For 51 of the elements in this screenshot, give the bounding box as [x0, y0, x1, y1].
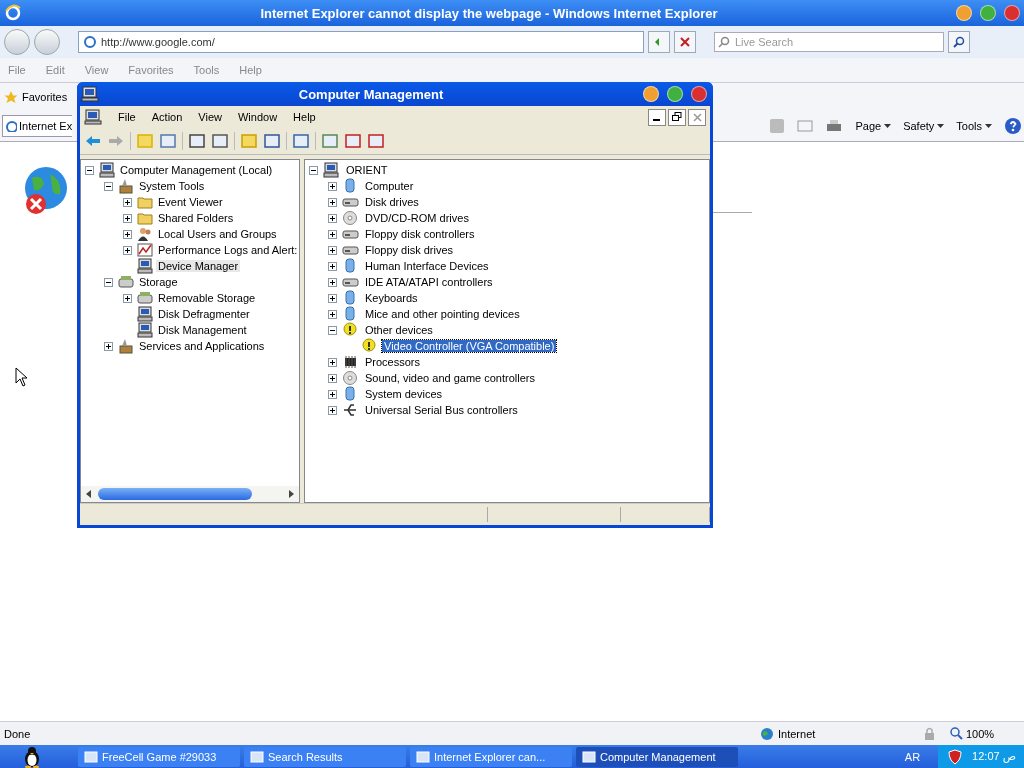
security-zone: Internet	[760, 726, 910, 741]
tree-item[interactable]: ORIENT	[344, 164, 390, 176]
tree-item[interactable]: Keyboards	[363, 292, 420, 304]
tree-item[interactable]: Disk Management	[156, 324, 249, 336]
tree-item[interactable]: Other devices	[363, 324, 435, 336]
menu-item[interactable]: Action	[151, 111, 183, 123]
tree-item[interactable]: Processors	[363, 356, 423, 368]
clock: 12:07 ص	[972, 750, 1016, 763]
command-button[interactable]: Page	[855, 120, 892, 132]
status-text: Done	[4, 727, 31, 740]
browser-tab[interactable]: Internet Ex	[2, 115, 73, 137]
tree-item[interactable]: Floppy disk controllers	[363, 228, 477, 240]
tree-item[interactable]: IDE ATA/ATAPI controllers	[363, 276, 495, 288]
tree-item[interactable]: Disk drives	[363, 196, 421, 208]
menu-item[interactable]: View	[198, 111, 222, 123]
search-field[interactable]: Live Search	[714, 32, 944, 52]
tree-item[interactable]: Universal Serial Bus controllers	[363, 404, 520, 416]
tree-item[interactable]: Services and Applications	[137, 340, 267, 352]
tree-item[interactable]: Computer	[363, 180, 416, 192]
tree-item[interactable]: Sound, video and game controllers	[363, 372, 537, 384]
tree-item[interactable]: Removable Storage	[156, 292, 258, 304]
tree-item[interactable]: System devices	[363, 388, 445, 400]
tree-item[interactable]: Floppy disk drives	[363, 244, 456, 256]
tree-item[interactable]: Local Users and Groups	[156, 228, 279, 240]
tree-item[interactable]: Event Viewer	[156, 196, 225, 208]
window-title: Computer Management	[297, 86, 445, 102]
command-button[interactable]: Safety	[903, 120, 945, 132]
tree-item[interactable]: Storage	[137, 276, 180, 288]
taskbar-button[interactable]: FreeCell Game #29033	[78, 746, 240, 767]
taskbar-button[interactable]: Search Results	[244, 746, 406, 767]
tree-item[interactable]: DVD/CD-ROM drives	[363, 212, 471, 224]
favorites-button[interactable]: Favorites	[4, 90, 68, 104]
address-field[interactable]: http://www.google.com/	[78, 31, 644, 53]
menu-item[interactable]: File	[118, 111, 136, 123]
tree-item[interactable]: System Tools	[137, 180, 207, 192]
language-indicator[interactable]: AR	[890, 750, 935, 763]
tree-item[interactable]: Shared Folders	[156, 212, 236, 224]
window-title: Internet Explorer cannot display the webpage - Windows Internet Explorer	[259, 5, 719, 21]
tree-item[interactable]: Computer Management (Local)	[118, 164, 275, 176]
menu-item[interactable]: Help	[293, 111, 316, 123]
command-button[interactable]: Tools	[956, 120, 992, 132]
tree-item[interactable]: Disk Defragmenter	[156, 308, 252, 320]
taskbar-button[interactable]: Computer Management	[576, 746, 738, 767]
tree-item[interactable]: Performance Logs and Alert:	[156, 244, 299, 256]
tree-item[interactable]: Mice and other pointing devices	[363, 308, 522, 320]
tree-item[interactable]: Device Manager	[156, 260, 241, 272]
zoom-button[interactable]: 100%	[950, 727, 1020, 740]
tree-item[interactable]: Human Interface Devices	[363, 260, 491, 272]
tree-item[interactable]: Video Controller (VGA Compatible)	[382, 340, 557, 352]
taskbar-button[interactable]: Internet Explorer can...	[410, 746, 572, 767]
menu-item[interactable]: Window	[237, 111, 278, 123]
